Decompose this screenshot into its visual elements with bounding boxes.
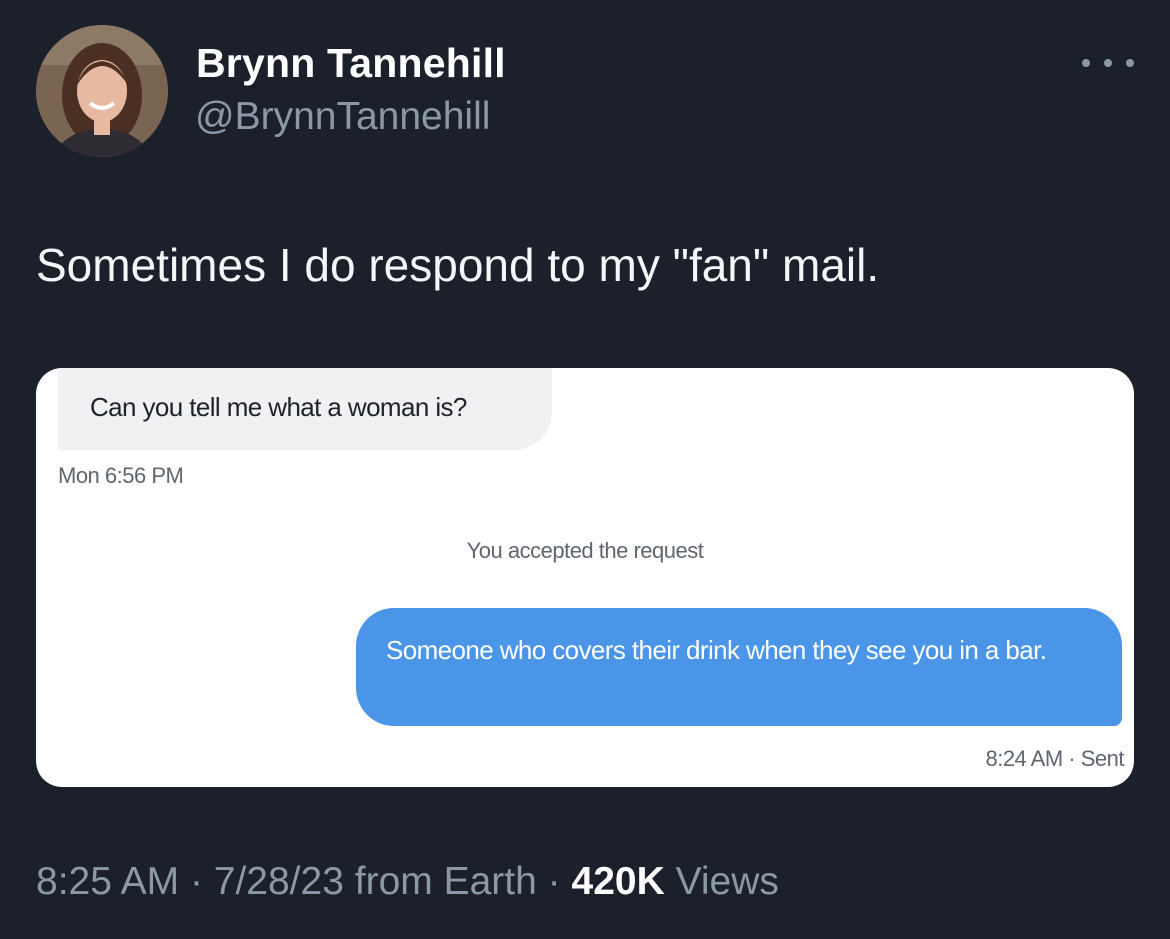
more-options-button[interactable] [1082,48,1134,78]
ellipsis-icon-dot [1104,59,1112,67]
request-accepted-notice: You accepted the request [466,538,704,563]
outgoing-message-text: Someone who covers their drink when they… [386,635,1047,665]
ellipsis-icon-dot [1126,59,1134,67]
incoming-message-timestamp: Mon 6:56 PM [58,463,184,488]
tweet-date[interactable]: 7/28/23 [214,860,344,903]
avatar-image [36,25,168,157]
tweet-media-screenshot[interactable]: Can you tell me what a woman is? Mon 6:5… [36,368,1134,787]
views-label[interactable]: Views [676,860,779,903]
views-count[interactable]: 420K [572,860,665,903]
tweet-time[interactable]: 8:25 AM [36,860,179,903]
outgoing-message-bubble: Someone who covers their drink when they… [356,608,1122,726]
author-display-name[interactable]: Brynn Tannehill [196,40,506,87]
author-avatar[interactable] [36,25,168,157]
ellipsis-icon [1082,59,1090,67]
incoming-message-bubble: Can you tell me what a woman is? [58,368,552,450]
meta-separator: · [189,860,203,903]
tweet-text: Sometimes I do respond to my "fan" mail. [36,239,880,291]
incoming-message-text: Can you tell me what a woman is? [90,392,467,422]
author-handle[interactable]: @BrynnTannehill [195,95,490,139]
tweet-source: from Earth [354,860,537,903]
meta-separator: · [547,860,561,903]
tweet-metadata: 8:25 AM · 7/28/23 from Earth · 420K View… [36,860,779,904]
tweet: Brynn Tannehill @BrynnTannehill Sometime… [0,0,1170,939]
outgoing-message-timestamp: 8:24 AM · Sent [985,746,1124,771]
